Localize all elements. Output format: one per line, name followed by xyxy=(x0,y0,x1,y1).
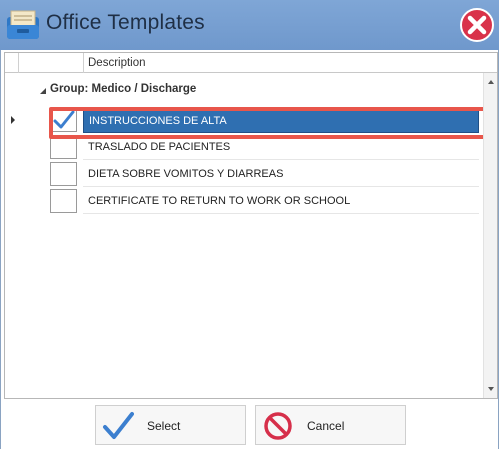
scroll-down-arrow-icon[interactable] xyxy=(485,382,497,396)
row-description[interactable]: CERTIFICATE TO RETURN TO WORK OR SCHOOL xyxy=(83,188,479,214)
table-row[interactable]: INSTRUCCIONES DE ALTA xyxy=(5,107,483,133)
row-description[interactable]: DIETA SOBRE VOMITOS Y DIARREAS xyxy=(83,161,479,187)
row-description[interactable]: INSTRUCCIONES DE ALTA xyxy=(83,107,479,133)
scroll-up-arrow-icon[interactable] xyxy=(485,75,497,89)
select-button-label: Select xyxy=(147,419,181,433)
vertical-scrollbar[interactable] xyxy=(483,73,497,398)
collapse-triangle-icon[interactable] xyxy=(39,87,47,95)
group-row[interactable]: Group: Medico / Discharge xyxy=(5,81,483,101)
table-row[interactable]: TRASLADO DE PACIENTES xyxy=(5,134,483,160)
checkmark-icon xyxy=(53,110,75,129)
column-header-description[interactable]: Description xyxy=(88,53,146,73)
grid-header: Description xyxy=(5,53,497,73)
table-row[interactable]: CERTIFICATE TO RETURN TO WORK OR SCHOOL xyxy=(5,188,483,214)
header-check-cell xyxy=(19,53,84,73)
close-icon[interactable] xyxy=(459,7,495,43)
title-bar: Office Templates xyxy=(0,0,499,50)
prohibited-icon xyxy=(264,412,292,440)
checkmark-icon xyxy=(103,412,134,439)
window-title: Office Templates xyxy=(46,11,205,34)
current-row-indicator-icon xyxy=(11,116,15,124)
row-checkbox[interactable] xyxy=(50,135,77,159)
header-indicator-cell xyxy=(5,53,19,73)
select-button[interactable]: Select xyxy=(95,405,246,445)
cancel-button[interactable]: Cancel xyxy=(255,405,406,445)
group-label: Group: Medico / Discharge xyxy=(50,83,197,95)
template-grid: Description Group: Medico / Discharge IN… xyxy=(4,52,498,399)
row-checkbox[interactable] xyxy=(50,189,77,213)
cancel-button-label: Cancel xyxy=(307,419,345,433)
folder-tray-icon xyxy=(7,10,39,39)
row-checkbox[interactable] xyxy=(50,162,77,186)
table-row[interactable]: DIETA SOBRE VOMITOS Y DIARREAS xyxy=(5,161,483,187)
row-checkbox[interactable] xyxy=(50,108,77,132)
row-description[interactable]: TRASLADO DE PACIENTES xyxy=(83,134,479,160)
